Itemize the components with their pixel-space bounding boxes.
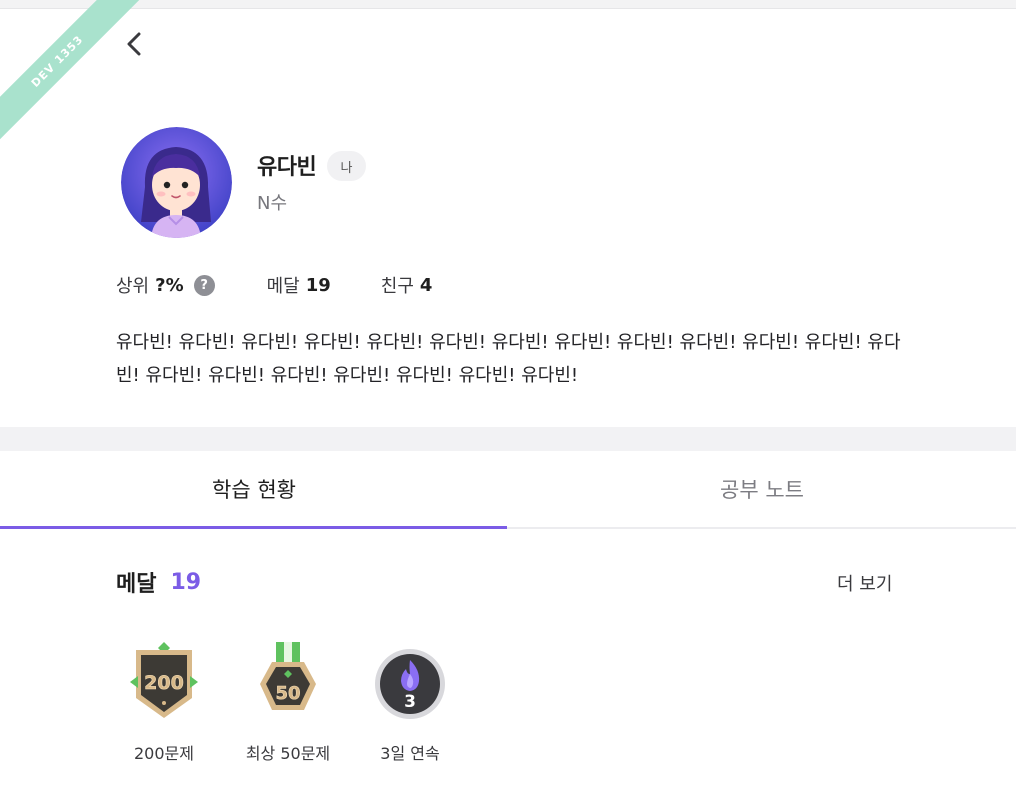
- medal-label: 3일 연속: [380, 744, 440, 763]
- back-button[interactable]: [116, 26, 152, 62]
- profile-tabs: 학습 현황 공부 노트: [0, 451, 1016, 529]
- stat-friend[interactable]: 친구 4: [381, 272, 433, 298]
- dev-ribbon-label: DEV 1353: [0, 0, 140, 140]
- section-divider: [0, 427, 1016, 451]
- window-top-edge: [0, 0, 1016, 9]
- medal-badge-text: 3: [404, 692, 416, 712]
- stat-medal[interactable]: 메달 19: [267, 272, 331, 298]
- more-medals-link[interactable]: 더 보기: [837, 570, 892, 596]
- tab-study-notes[interactable]: 공부 노트: [508, 451, 1016, 527]
- question-icon[interactable]: ?: [193, 274, 215, 296]
- flame-streak-icon: 3: [375, 649, 445, 719]
- profile-stats: 상위 ?% ? 메달 19 친구 4: [116, 272, 432, 298]
- stat-rank-label: 상위: [116, 276, 150, 297]
- shield-medal-icon: 200: [130, 642, 198, 718]
- chevron-left-icon: [127, 32, 141, 56]
- profile-status: N수: [257, 193, 288, 214]
- stat-friend-value: 4: [419, 274, 433, 296]
- medal-badge-text: 50: [275, 683, 300, 704]
- profile-bio: 유다빈! 유다빈! 유다빈! 유다빈! 유다빈! 유다빈! 유다빈! 유다빈! …: [116, 332, 901, 386]
- medal-item[interactable]: 50 최상 50문제: [233, 640, 343, 764]
- medal-item[interactable]: 3 3일 연속: [355, 640, 465, 764]
- stat-friend-label: 친구: [380, 276, 414, 297]
- medal-label: 200문제: [134, 744, 194, 763]
- medal-item[interactable]: 200 200문제: [109, 640, 219, 764]
- stat-rank-value: ?%: [155, 274, 184, 296]
- tab-study-status[interactable]: 학습 현황: [0, 451, 508, 529]
- medal-section-count: 19: [170, 569, 202, 595]
- dev-ribbon: DEV 1353: [0, 0, 140, 140]
- me-badge: 나: [327, 151, 366, 181]
- medal-badge-text: 200: [144, 672, 184, 694]
- stat-medal-label: 메달: [266, 276, 300, 297]
- medal-section-title: 메달 19: [116, 566, 201, 598]
- medal-section-label: 메달: [116, 572, 157, 597]
- stat-rank: 상위 ?% ?: [116, 272, 215, 298]
- avatar[interactable]: [121, 127, 232, 238]
- medal-label: 최상 50문제: [245, 744, 331, 763]
- profile-name: 유다빈: [257, 155, 317, 180]
- stat-medal-value: 19: [305, 274, 331, 296]
- ribbon-medal-icon: 50: [260, 642, 316, 710]
